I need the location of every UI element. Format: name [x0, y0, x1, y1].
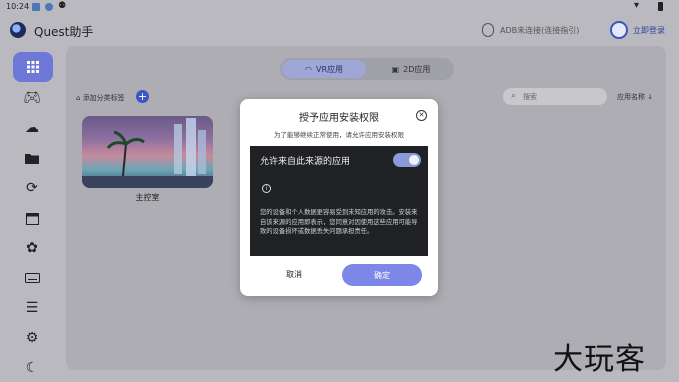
- sidebar-item-keyboard[interactable]: [22, 268, 42, 288]
- install-permission-dialog: 授予应用安装权限 ✕ 为了能够继续正常使用，请允许应用安装权限 允许来自此来源的…: [240, 99, 438, 296]
- sidebar-item-calendar[interactable]: [22, 208, 42, 228]
- app-card-thumbnail[interactable]: [82, 116, 213, 188]
- sidebar-item-cloud[interactable]: ☁: [22, 118, 42, 138]
- grid-icon: [27, 61, 39, 73]
- warning-text: 您的设备和个人数据更容易受到未知应用的攻击。安装来自该来源的应用即表示，您同意对…: [260, 209, 418, 235]
- tab-label: VR应用: [315, 64, 343, 74]
- search-placeholder: 搜索: [523, 93, 537, 101]
- add-category-label: ⌂ 添加分类标签: [76, 93, 125, 103]
- allow-source-toggle[interactable]: [393, 153, 421, 167]
- bluetooth-icon: [45, 3, 53, 11]
- sidebar-item-settings[interactable]: ⚙: [22, 328, 42, 348]
- sidebar-item-refresh[interactable]: ⟳: [22, 178, 42, 198]
- close-icon[interactable]: ✕: [416, 110, 427, 121]
- openai-icon: ✿: [26, 240, 38, 256]
- sort-label: 应用名称: [617, 93, 645, 101]
- user-avatar-icon[interactable]: [610, 21, 628, 39]
- tab-2d-apps[interactable]: ▣ 2D应用: [370, 60, 452, 78]
- keyboard-icon: [24, 273, 40, 283]
- image-icon: ▣: [391, 64, 400, 74]
- sidebar-item-apps[interactable]: [13, 52, 53, 82]
- toggle-knob: [409, 155, 419, 165]
- app-header: Quest助手 ADB未连接(连接指引) 立即登录: [0, 14, 679, 46]
- clock: 10:24: [6, 2, 30, 11]
- watermark-text: 大玩客: [553, 342, 646, 377]
- settings-panel: 允许来自此来源的应用 i 您的设备和个人数据更容易受到未知应用的攻击。安装来自该…: [250, 146, 428, 256]
- refresh-icon: ⟳: [26, 180, 38, 196]
- sort-button[interactable]: 应用名称 ↓: [617, 92, 653, 102]
- gear-icon: ⚙: [25, 330, 39, 346]
- arrow-down-icon: ↓: [647, 93, 654, 101]
- sidebar-item-dark-mode[interactable]: ☾: [22, 358, 42, 378]
- search-input[interactable]: ⌕ 搜索: [503, 88, 607, 105]
- sidebar-item-files[interactable]: [22, 148, 42, 168]
- app-card-name: 主控室: [135, 193, 160, 202]
- vr-headset-icon: ◠: [304, 64, 312, 74]
- add-category-button[interactable]: +: [136, 90, 149, 103]
- app-logo-icon: [10, 22, 26, 38]
- sidebar-item-games[interactable]: 🎮︎: [22, 88, 42, 108]
- info-icon: i: [262, 184, 271, 193]
- calendar-icon: [25, 212, 39, 225]
- battery-icon: [658, 2, 663, 11]
- toggle-label: 允许来自此来源的应用: [260, 157, 351, 167]
- moon-icon: ☾: [25, 360, 39, 376]
- tab-label: 2D应用: [403, 64, 431, 74]
- tag-icon: ⌂: [76, 94, 81, 102]
- tab-vr-apps[interactable]: ◠ VR应用: [282, 60, 366, 78]
- dialog-title: 授予应用安装权限: [299, 113, 379, 124]
- confirm-button[interactable]: 确定: [342, 264, 422, 286]
- list-icon: ☰: [25, 300, 39, 316]
- cancel-button[interactable]: 取消: [286, 269, 302, 280]
- add-category-text: 添加分类标签: [82, 94, 125, 102]
- notification-icon: [32, 3, 40, 11]
- status-bar: 10:24 ⚉ ▾: [0, 0, 679, 14]
- login-button[interactable]: 立即登录: [633, 25, 665, 36]
- folder-icon: [25, 153, 39, 164]
- search-icon: ⌕: [511, 91, 517, 101]
- tencent-icon: ⚉: [58, 1, 67, 11]
- sidebar: 🎮︎ ☁ ⟳ ✿ ☰ ⚙ ☾: [0, 46, 66, 382]
- dialog-subtitle: 为了能够继续正常使用，请允许应用安装权限: [274, 131, 404, 139]
- gamepad-icon: 🎮︎: [23, 90, 41, 106]
- sidebar-item-list[interactable]: ☰: [22, 298, 42, 318]
- app-title: Quest助手: [34, 25, 94, 39]
- adb-status-link[interactable]: ADB未连接(连接指引): [500, 25, 579, 36]
- cloud-download-icon: ☁: [25, 120, 39, 136]
- app-thumbnail-image: [82, 118, 213, 188]
- sidebar-item-openai[interactable]: ✿: [22, 238, 42, 258]
- wifi-icon: ▾: [634, 0, 640, 11]
- tab-bar: ◠ VR应用 ▣ 2D应用: [280, 58, 454, 80]
- adb-connection-icon[interactable]: [482, 23, 494, 37]
